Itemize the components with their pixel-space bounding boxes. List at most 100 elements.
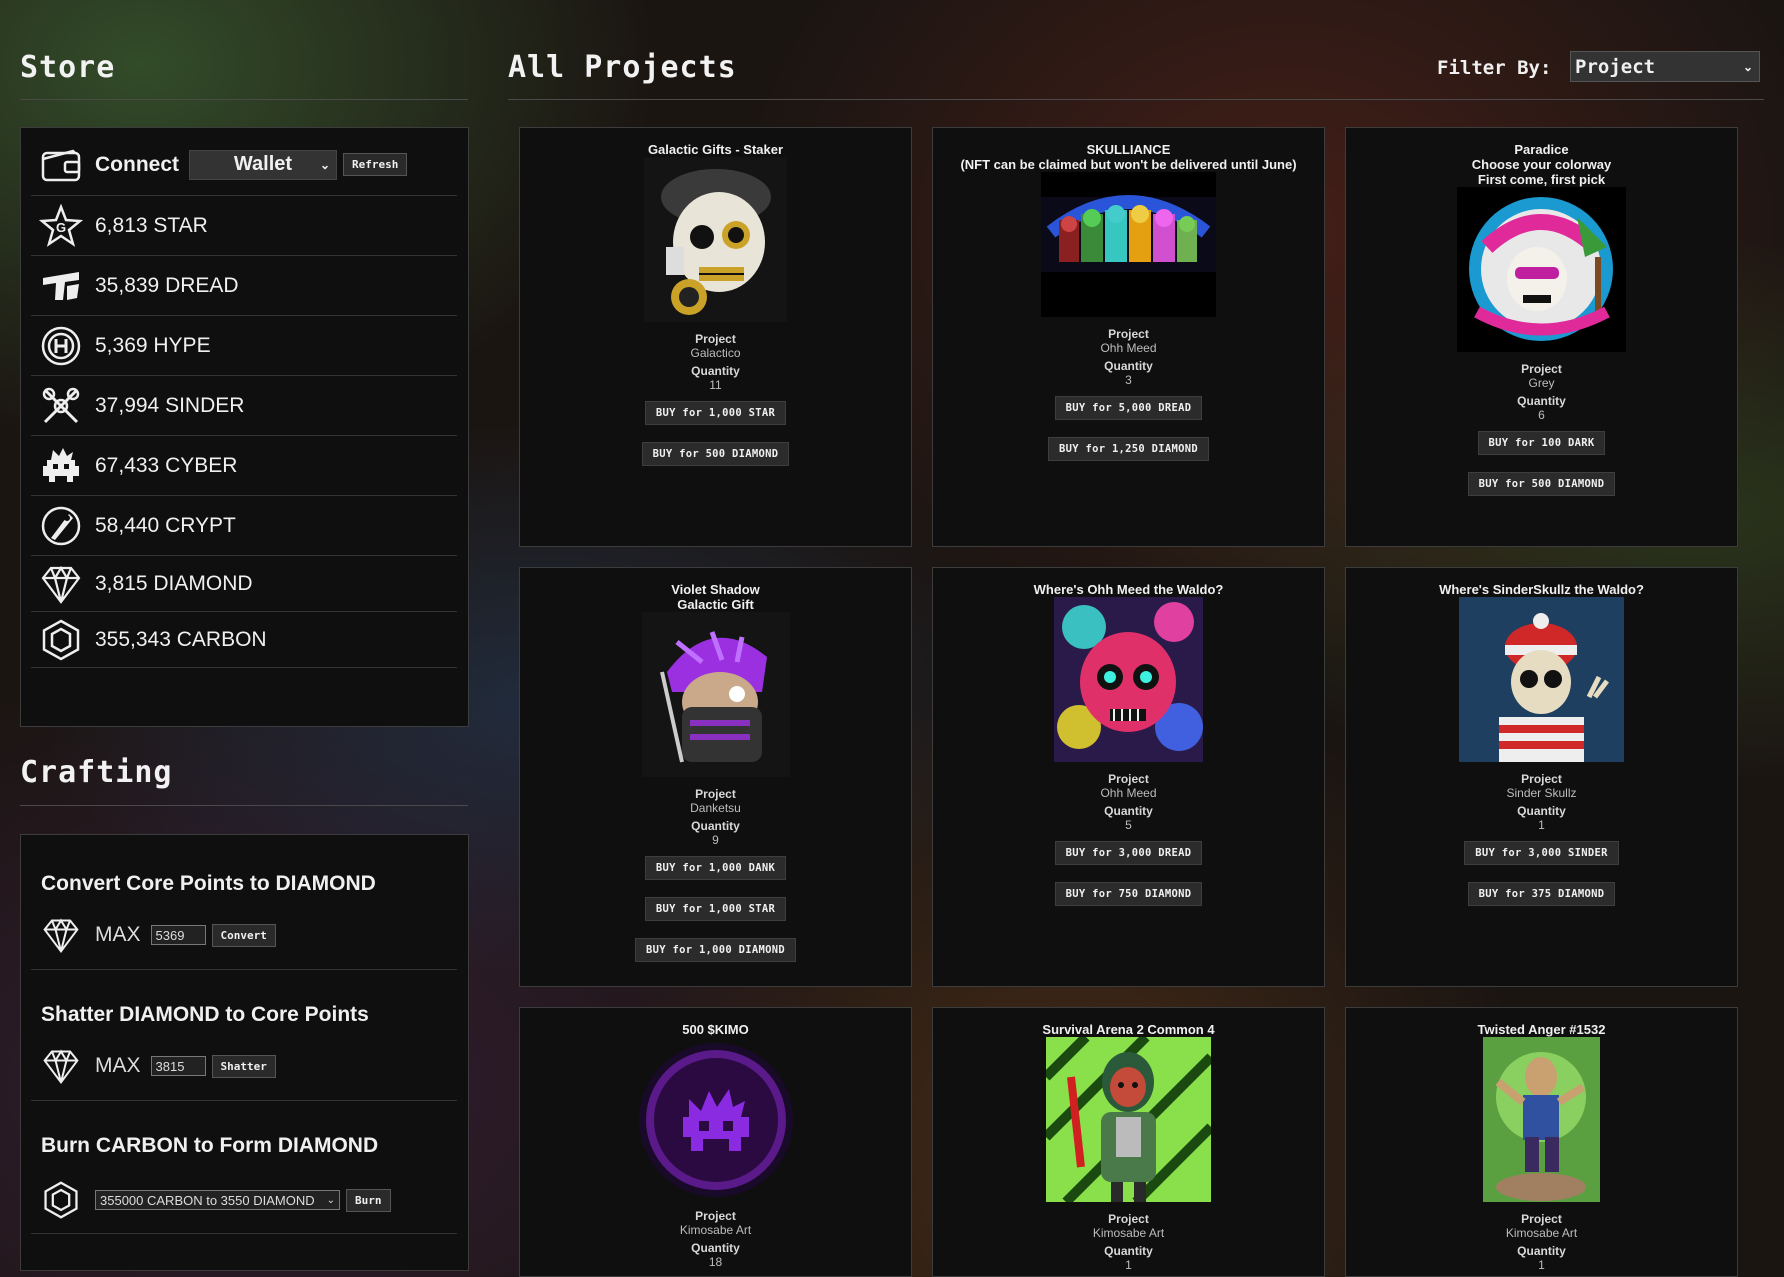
quantity-value: 6 (1538, 408, 1545, 422)
chevron-down-icon: ⌄ (326, 1194, 335, 1206)
project-key: Project (1108, 327, 1149, 341)
card-title: Galactic Gifts - Staker (647, 142, 784, 157)
balance-crypt: 58,440 CRYPT (31, 496, 457, 556)
quantity-key: Quantity (1517, 1244, 1566, 1258)
balance-text: 3,815 DIAMOND (95, 571, 253, 595)
quantity-value: 9 (712, 833, 719, 847)
filter-label: Filter By: (1437, 57, 1552, 79)
buy-button[interactable]: BUY for 750 DIAMOND (1054, 882, 1203, 906)
project-key: Project (1521, 772, 1562, 786)
buy-button[interactable]: BUY for 500 DIAMOND (641, 442, 790, 466)
burn-amount-select[interactable]: 355000 CARBON to 3550 DIAMOND ⌄ (95, 1190, 340, 1210)
diamond-token-icon (41, 565, 81, 604)
sinder-token-icon (42, 387, 80, 423)
burn-select-value: 355000 CARBON to 3550 DIAMOND (100, 1192, 315, 1208)
card-title: Where's SinderSkullz the Waldo? (1439, 582, 1644, 597)
project-card: 500 $KIMO Project Kimosabe Art Quantity … (519, 1007, 912, 1277)
nft-image (644, 157, 787, 322)
balance-dread: 35,839 DREAD (31, 256, 457, 316)
shatter-amount-input[interactable]: 3815 (150, 1056, 206, 1076)
project-value: Ohh Meed (1100, 341, 1157, 355)
balance-text: 35,839 DREAD (95, 273, 239, 297)
wallet-icon (41, 149, 81, 181)
quantity-value: 3 (1125, 373, 1132, 387)
burn-row: 355000 CARBON to 3550 DIAMOND ⌄ Burn (31, 1175, 457, 1225)
buy-button[interactable]: BUY for 1,000 STAR (644, 897, 787, 921)
project-key: Project (1108, 1212, 1149, 1226)
convert-button[interactable]: Convert (211, 923, 276, 947)
project-card: Survival Arena 2 Common 4 Project Kimosa… (932, 1007, 1325, 1277)
filter-select[interactable]: Project ⌄ (1570, 51, 1760, 82)
buy-button[interactable]: BUY for 3,000 SINDER (1464, 841, 1619, 865)
all-projects-heading: All Projects (508, 50, 737, 85)
buy-button[interactable]: BUY for 1,250 DIAMOND (1047, 437, 1210, 461)
project-card: Violet Shadow Galactic Gift Project Dank… (519, 567, 912, 987)
nft-image (638, 1043, 793, 1197)
balance-hype: 5,369 HYPE (31, 316, 457, 376)
buy-button[interactable]: BUY for 100 DARK (1477, 431, 1606, 455)
convert-row: MAX 5369 Convert (31, 910, 457, 960)
chevron-down-icon: ⌄ (1742, 59, 1753, 74)
project-card: Galactic Gifts - Staker Project Galactic… (519, 127, 912, 547)
wallet-select[interactable]: Wallet ⌄ (189, 149, 337, 180)
project-key: Project (695, 1209, 736, 1223)
card-title: Where's Ohh Meed the Waldo? (1033, 582, 1224, 597)
buy-button[interactable]: BUY for 1,000 STAR (644, 401, 787, 425)
balance-diamond: 3,815 DIAMOND (31, 556, 457, 612)
refresh-button[interactable]: Refresh (343, 153, 408, 176)
balance-carbon: 355,343 CARBON (31, 612, 457, 668)
quantity-key: Quantity (1104, 1244, 1153, 1258)
wallet-row: Connect Wallet ⌄ Refresh (31, 134, 457, 196)
quantity-key: Quantity (691, 819, 740, 833)
shatter-title: Shatter DIAMOND to Core Points (41, 1003, 369, 1026)
shatter-button[interactable]: Shatter (211, 1054, 276, 1078)
crypt-token-icon (41, 506, 81, 545)
crafting-panel: Convert Core Points to DIAMOND MAX 5369 … (20, 834, 469, 1271)
balance-sinder: 37,994 SINDER (31, 376, 457, 436)
convert-amount-input[interactable]: 5369 (150, 925, 206, 945)
project-card: SKULLIANCE (NFT can be claimed but won't… (932, 127, 1325, 547)
quantity-key: Quantity (691, 1241, 740, 1255)
carbon-icon (44, 1181, 78, 1219)
project-key: Project (1521, 362, 1562, 376)
nft-image (1046, 1037, 1211, 1202)
diamond-icon (43, 918, 79, 954)
project-card: Twisted Anger #1532 Project Kimosabe Art… (1345, 1007, 1738, 1277)
balance-star: G 6,813 STAR (31, 196, 457, 256)
buy-button[interactable]: BUY for 375 DIAMOND (1467, 882, 1616, 906)
divider (31, 1233, 457, 1234)
balance-text: 355,343 CARBON (95, 627, 267, 651)
wallet-select-value: Wallet (233, 153, 293, 175)
divider (31, 969, 457, 970)
project-card: Where's SinderSkullz the Waldo? Project … (1345, 567, 1738, 987)
nft-image (1483, 1037, 1600, 1202)
quantity-value: 1 (1125, 1258, 1132, 1272)
card-title: Violet Shadow Galactic Gift (671, 582, 760, 612)
nft-image (1457, 187, 1626, 352)
hype-token-icon (41, 326, 81, 365)
chevron-down-icon: ⌄ (319, 157, 330, 172)
buy-button[interactable]: BUY for 500 DIAMOND (1467, 472, 1616, 496)
card-title: Survival Arena 2 Common 4 (1042, 1022, 1215, 1037)
nft-image (1459, 597, 1624, 762)
max-label: MAX (95, 1054, 141, 1077)
quantity-key: Quantity (691, 364, 740, 378)
buy-button[interactable]: BUY for 5,000 DREAD (1054, 396, 1203, 420)
connect-label: Connect (95, 152, 179, 176)
buy-button[interactable]: BUY for 1,000 DANK (644, 856, 787, 880)
project-key: Project (695, 787, 736, 801)
project-value: Ohh Meed (1100, 786, 1157, 800)
burn-button[interactable]: Burn (346, 1188, 391, 1212)
nft-image (1054, 597, 1203, 762)
balance-cyber: 67,433 CYBER (31, 436, 457, 496)
store-panel: Connect Wallet ⌄ Refresh G 6,813 STAR 35… (20, 127, 469, 727)
buy-button[interactable]: BUY for 1,000 DIAMOND (634, 938, 797, 962)
quantity-value: 18 (708, 1255, 723, 1269)
project-card: Where's Ohh Meed the Waldo? Project Ohh … (932, 567, 1325, 987)
balance-text: 6,813 STAR (95, 213, 208, 237)
crafting-heading: Crafting (20, 755, 173, 790)
balance-text: 58,440 CRYPT (95, 513, 236, 537)
buy-button[interactable]: BUY for 3,000 DREAD (1054, 841, 1203, 865)
card-title: Paradice Choose your colorway First come… (1471, 142, 1612, 187)
divider (31, 1100, 457, 1101)
